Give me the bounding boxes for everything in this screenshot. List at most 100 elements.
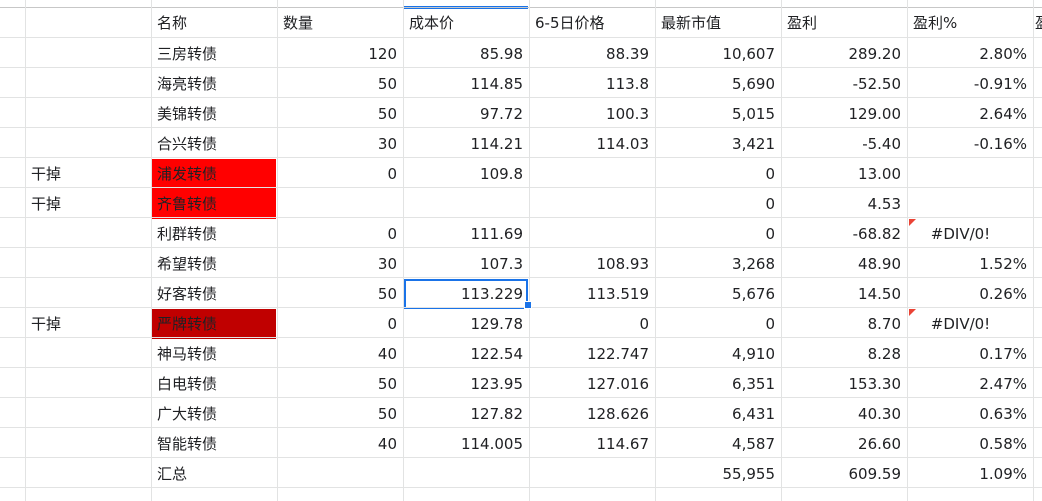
tag-cell[interactable]: 干掉 <box>26 309 150 339</box>
name-cell[interactable]: 汇总 <box>152 459 276 489</box>
profit-pct-cell[interactable]: 0.58% <box>908 429 1032 459</box>
tag-cell[interactable] <box>26 129 150 159</box>
profit-pct-cell[interactable]: 2.47% <box>908 369 1032 399</box>
price-cell[interactable]: 100.3 <box>530 99 654 129</box>
profit-cell[interactable]: 40.30 <box>782 399 906 429</box>
price-cell[interactable]: 113.8 <box>530 69 654 99</box>
qty-cell[interactable] <box>278 189 402 219</box>
name-cell[interactable]: 智能转债 <box>152 429 276 459</box>
qty-cell[interactable]: 50 <box>278 279 402 309</box>
profit-cell[interactable]: 14.50 <box>782 279 906 309</box>
profit-cell[interactable]: 48.90 <box>782 249 906 279</box>
name-cell[interactable]: 神马转债 <box>152 339 276 369</box>
market-value-cell[interactable]: 0 <box>656 219 780 249</box>
tag-cell[interactable] <box>26 219 150 249</box>
market-value-cell[interactable]: 55,955 <box>656 459 780 489</box>
tag-cell[interactable] <box>26 369 150 399</box>
tag-cell[interactable] <box>26 339 150 369</box>
profit-cell[interactable]: 26.60 <box>782 429 906 459</box>
tag-cell[interactable]: 干掉 <box>26 159 150 189</box>
price-cell[interactable]: 113.519 <box>530 279 654 309</box>
market-value-cell[interactable]: 6,351 <box>656 369 780 399</box>
header-cell-name[interactable]: 名称 <box>152 8 276 38</box>
cost-cell[interactable]: 85.98 <box>404 39 528 69</box>
price-cell[interactable]: 0 <box>530 309 654 339</box>
profit-pct-cell[interactable]: 0.17% <box>908 339 1032 369</box>
tag-cell[interactable] <box>26 39 150 69</box>
profit-pct-cell[interactable]: 2.64% <box>908 99 1032 129</box>
profit-cell[interactable]: -68.82 <box>782 219 906 249</box>
profit-cell[interactable]: -5.40 <box>782 129 906 159</box>
header-cell-price[interactable]: 6-5日价格 <box>530 8 654 38</box>
name-cell[interactable]: 齐鲁转债 <box>152 189 276 219</box>
tag-cell[interactable] <box>26 279 150 309</box>
market-value-cell[interactable]: 4,587 <box>656 429 780 459</box>
qty-cell[interactable]: 0 <box>278 309 402 339</box>
market-value-cell[interactable]: 0 <box>656 189 780 219</box>
profit-cell[interactable]: 8.28 <box>782 339 906 369</box>
cost-cell[interactable] <box>404 459 528 489</box>
name-cell[interactable]: 合兴转债 <box>152 129 276 159</box>
profit-pct-cell[interactable]: 1.52% <box>908 249 1032 279</box>
cost-cell[interactable] <box>404 189 528 219</box>
market-value-cell[interactable]: 10,607 <box>656 39 780 69</box>
qty-cell[interactable]: 30 <box>278 249 402 279</box>
header-cell-profit[interactable]: 盈利 <box>782 8 906 38</box>
qty-cell[interactable]: 50 <box>278 399 402 429</box>
tag-cell[interactable] <box>26 429 150 459</box>
profit-cell[interactable]: 13.00 <box>782 159 906 189</box>
header-cell-extra[interactable]: 盈 <box>1034 8 1042 38</box>
market-value-cell[interactable]: 0 <box>656 159 780 189</box>
price-cell[interactable] <box>530 189 654 219</box>
price-cell[interactable]: 88.39 <box>530 39 654 69</box>
cost-cell[interactable]: 127.82 <box>404 399 528 429</box>
price-cell[interactable] <box>530 459 654 489</box>
market-value-cell[interactable]: 0 <box>656 309 780 339</box>
name-cell[interactable]: 好客转债 <box>152 279 276 309</box>
name-cell[interactable]: 海亮转债 <box>152 69 276 99</box>
profit-cell[interactable]: 609.59 <box>782 459 906 489</box>
price-cell[interactable]: 114.03 <box>530 129 654 159</box>
name-cell[interactable]: 美锦转债 <box>152 99 276 129</box>
profit-pct-cell[interactable]: -0.91% <box>908 69 1032 99</box>
price-cell[interactable]: 127.016 <box>530 369 654 399</box>
profit-pct-cell[interactable]: -0.16% <box>908 129 1032 159</box>
name-cell[interactable]: 白电转债 <box>152 369 276 399</box>
qty-cell[interactable]: 30 <box>278 129 402 159</box>
qty-cell[interactable]: 0 <box>278 159 402 189</box>
name-cell[interactable]: 浦发转债 <box>152 159 276 189</box>
qty-cell[interactable] <box>278 459 402 489</box>
market-value-cell[interactable]: 5,690 <box>656 69 780 99</box>
cost-cell[interactable]: 114.21 <box>404 129 528 159</box>
selection-fill-handle[interactable] <box>524 301 532 309</box>
cost-cell[interactable]: 113.229 <box>404 279 528 309</box>
profit-pct-cell[interactable]: 1.09% <box>908 459 1032 489</box>
profit-pct-cell[interactable] <box>908 189 1032 219</box>
profit-pct-cell[interactable]: #DIV/0! <box>908 219 1032 249</box>
market-value-cell[interactable]: 4,910 <box>656 339 780 369</box>
market-value-cell[interactable]: 5,676 <box>656 279 780 309</box>
cost-cell[interactable]: 114.85 <box>404 69 528 99</box>
cost-cell[interactable]: 97.72 <box>404 99 528 129</box>
profit-pct-cell[interactable]: 2.80% <box>908 39 1032 69</box>
price-cell[interactable]: 108.93 <box>530 249 654 279</box>
qty-cell[interactable]: 120 <box>278 39 402 69</box>
price-cell[interactable] <box>530 219 654 249</box>
profit-pct-cell[interactable]: 0.63% <box>908 399 1032 429</box>
price-cell[interactable]: 128.626 <box>530 399 654 429</box>
tag-cell[interactable]: 干掉 <box>26 189 150 219</box>
header-cell-cost[interactable]: 成本价 <box>404 8 528 38</box>
cost-cell[interactable]: 122.54 <box>404 339 528 369</box>
qty-cell[interactable]: 0 <box>278 219 402 249</box>
profit-cell[interactable]: 8.70 <box>782 309 906 339</box>
tag-cell[interactable] <box>26 99 150 129</box>
name-cell[interactable]: 三房转债 <box>152 39 276 69</box>
cost-cell[interactable]: 109.8 <box>404 159 528 189</box>
profit-pct-cell[interactable] <box>908 159 1032 189</box>
qty-cell[interactable]: 50 <box>278 99 402 129</box>
profit-pct-cell[interactable]: 0.26% <box>908 279 1032 309</box>
market-value-cell[interactable]: 6,431 <box>656 399 780 429</box>
profit-cell[interactable]: 153.30 <box>782 369 906 399</box>
market-value-cell[interactable]: 3,268 <box>656 249 780 279</box>
market-value-cell[interactable]: 5,015 <box>656 99 780 129</box>
